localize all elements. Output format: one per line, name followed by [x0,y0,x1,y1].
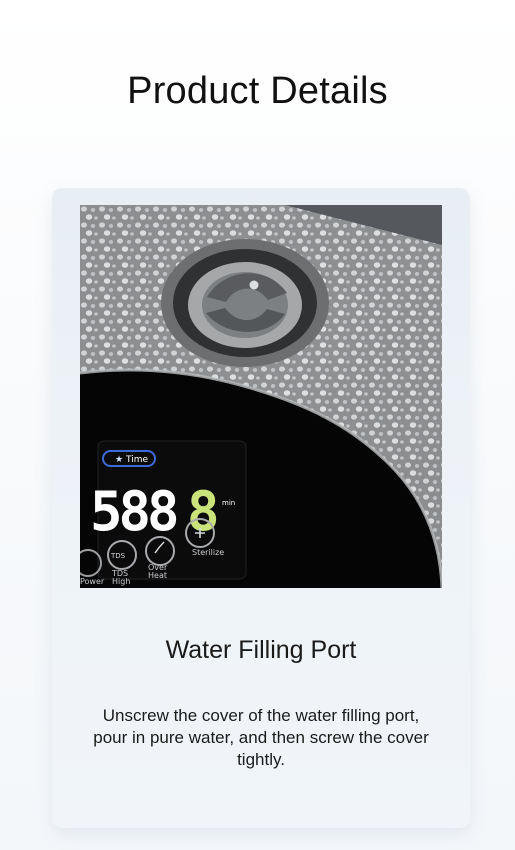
product-photo: ★ Time 588 8 min TDS Power TDS High Over… [80,205,442,588]
svg-text:High: High [112,577,130,586]
water-port-icon[interactable] [161,239,329,367]
svg-text:Time: Time [125,455,148,465]
svg-text:Sterilize: Sterilize [192,548,224,557]
svg-text:Power: Power [80,577,105,586]
product-detail-card: ★ Time 588 8 min TDS Power TDS High Over… [52,188,470,828]
svg-text:★: ★ [115,455,123,465]
svg-text:Heat: Heat [148,571,167,580]
feature-title: Water Filling Port [165,636,357,664]
svg-text:TDS: TDS [110,552,126,560]
svg-text:588: 588 [90,480,177,543]
feature-description: Unscrew the cover of the water filling p… [93,706,429,769]
svg-text:min: min [222,499,235,507]
page-title: Product Details [127,70,388,112]
